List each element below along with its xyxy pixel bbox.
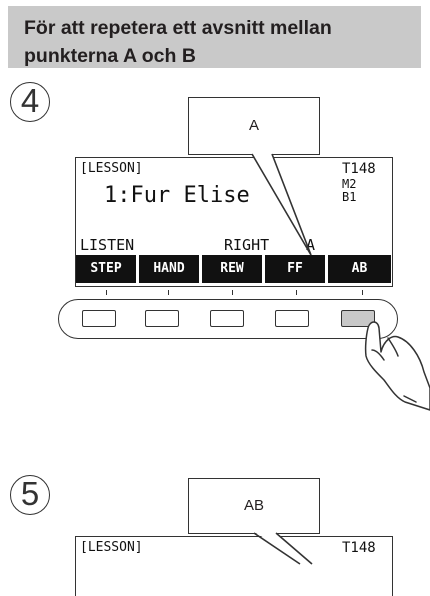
callout-a-pointer: [251, 153, 312, 256]
hand-pointer-icon: [364, 321, 430, 411]
illustration-overlay: [251, 153, 430, 565]
